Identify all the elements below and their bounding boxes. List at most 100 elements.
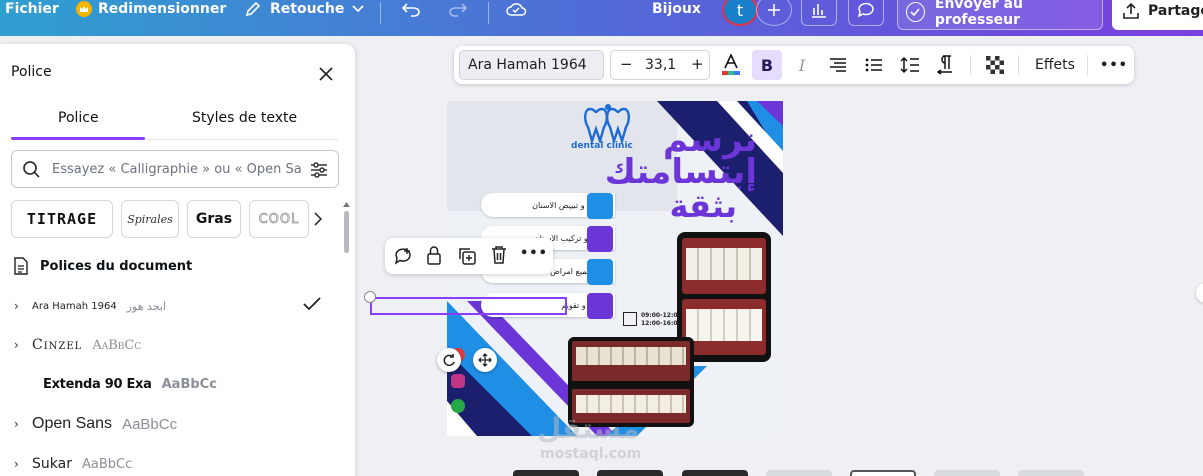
close-button[interactable]: [316, 64, 336, 84]
font-search-input[interactable]: Essayez « Calligraphie » ou « Open Sa: [11, 150, 339, 188]
effects-button[interactable]: Effets: [1032, 50, 1078, 80]
resize-menu[interactable]: Redimensionner: [76, 0, 226, 27]
paragraph-direction-icon: [937, 55, 952, 75]
chip-gras[interactable]: Gras: [187, 200, 241, 238]
text-color-button[interactable]: [716, 50, 746, 80]
move-button[interactable]: [473, 348, 497, 372]
redo-button[interactable]: [442, 0, 474, 23]
active-tab-indicator: [11, 137, 145, 140]
font-sample: AaBbCc: [161, 376, 217, 392]
headline-line-2: إبتسامتك: [604, 152, 757, 192]
retouch-menu[interactable]: Retouche: [244, 0, 364, 27]
font-name: Ara Hamah 1964: [32, 300, 117, 312]
cloud-check-icon: [506, 3, 527, 16]
chip-titrage[interactable]: TITRAGE: [11, 200, 113, 238]
top-bar: Fichier Redimensionner Retouche Bijoux t: [0, 0, 1203, 36]
divider: [970, 55, 971, 75]
font-item-open-sans[interactable]: › Open Sans AaBbCc: [14, 409, 334, 439]
transparency-button[interactable]: [980, 50, 1010, 80]
search-placeholder: Essayez « Calligraphie » ou « Open Sa: [52, 162, 302, 177]
font-item-cinzel[interactable]: › Cinzel AaBbCc: [14, 330, 334, 360]
plus-icon: [768, 4, 780, 16]
font-item-sukar[interactable]: › Sukar AaBbCc: [14, 449, 334, 476]
instagram-icon: [451, 374, 465, 388]
filter-icon[interactable]: [309, 160, 329, 180]
duplicate-icon[interactable]: [457, 246, 477, 266]
selected-text-box[interactable]: [370, 297, 567, 315]
rotate-button[interactable]: [437, 348, 461, 372]
close-icon: [319, 67, 333, 81]
align-button[interactable]: [823, 50, 853, 80]
increase-size-button[interactable]: +: [691, 55, 704, 73]
add-page-button[interactable]: [1196, 283, 1203, 303]
cloud-save-button[interactable]: [500, 0, 532, 23]
comments-button[interactable]: [848, 0, 884, 26]
panel-title: Police: [11, 64, 52, 80]
resize-label: Redimensionner: [98, 1, 227, 17]
comment-icon: [857, 2, 874, 18]
page-thumbnail[interactable]: [1018, 470, 1084, 476]
tooth-icon: [587, 293, 613, 319]
page-thumbnail[interactable]: [766, 470, 832, 476]
text-direction-button[interactable]: [931, 50, 961, 80]
font-panel: Police Police Styles de texte Essayez « …: [0, 44, 355, 476]
watermark-arabic: مستقل: [537, 412, 640, 445]
tooth-icon: [587, 193, 613, 219]
undo-button[interactable]: [395, 0, 427, 23]
tooth-icon: [587, 259, 613, 285]
font-family-select[interactable]: Ara Hamah 1964: [459, 50, 604, 80]
checkmark-icon: [303, 297, 321, 311]
add-collaborator-button[interactable]: [756, 0, 792, 26]
chip-cool[interactable]: COOL: [249, 200, 309, 238]
font-sample: AaBbCc: [81, 456, 133, 472]
bar-chart-icon: [812, 4, 826, 18]
section-title: Polices du document: [40, 258, 193, 274]
retouch-label: Retouche: [270, 1, 345, 17]
lock-icon[interactable]: [426, 245, 442, 265]
font-size-value[interactable]: 33,1: [645, 57, 676, 73]
insights-button[interactable]: [801, 0, 837, 26]
avatar[interactable]: t: [722, 0, 758, 26]
project-name[interactable]: Bijoux: [652, 0, 701, 27]
share-button[interactable]: Partage: [1112, 0, 1203, 30]
upload-icon: [1123, 2, 1139, 19]
decrease-size-button[interactable]: −: [620, 55, 633, 73]
font-item-extenda[interactable]: Extenda 90 Exa AaBbCc: [14, 369, 334, 399]
italic-button[interactable]: I: [787, 50, 817, 80]
file-menu[interactable]: Fichier: [5, 0, 59, 27]
scrollbar[interactable]: [344, 211, 349, 253]
chip-spirales[interactable]: Spirales: [121, 200, 179, 238]
chips-next-button[interactable]: [310, 200, 326, 238]
list-button[interactable]: [859, 50, 889, 80]
font-sample: AaBbCc: [122, 415, 178, 433]
tab-text-styles[interactable]: Styles de texte: [192, 110, 297, 126]
more-options-button[interactable]: •••: [520, 246, 548, 261]
font-item-ara-hamah[interactable]: › Ara Hamah 1964 ابجد هوز: [14, 291, 334, 321]
divider: [488, 2, 489, 24]
comment-add-icon[interactable]: [393, 246, 413, 266]
resize-handle[interactable]: [364, 291, 376, 303]
hours-line: 12:00-16:00: [641, 320, 682, 327]
divider: [380, 2, 381, 24]
bold-button[interactable]: B: [752, 50, 782, 80]
more-button[interactable]: •••: [1099, 50, 1129, 80]
redo-icon: [449, 3, 468, 17]
font-size-stepper[interactable]: − 33,1 +: [610, 50, 710, 80]
calendar-icon: [623, 312, 637, 326]
page-thumbnail[interactable]: [682, 470, 748, 476]
scroll-up-icon[interactable]: [343, 201, 350, 207]
font-name: Sukar: [32, 456, 72, 472]
spacing-button[interactable]: [895, 50, 925, 80]
trash-icon[interactable]: [490, 245, 508, 265]
pencil-icon: [245, 1, 261, 17]
page-thumbnail-active[interactable]: [850, 470, 916, 476]
page-thumbnail[interactable]: [934, 470, 1000, 476]
send-to-teacher-button[interactable]: Envoyer au professeur: [897, 0, 1103, 30]
page-thumbnail[interactable]: [597, 470, 663, 476]
transparency-icon: [986, 56, 1004, 74]
divider: [1087, 55, 1088, 75]
page-thumbnail[interactable]: [513, 470, 579, 476]
chevron-right-icon: ›: [14, 299, 19, 313]
undo-icon: [401, 3, 420, 17]
tab-font[interactable]: Police: [58, 110, 99, 126]
